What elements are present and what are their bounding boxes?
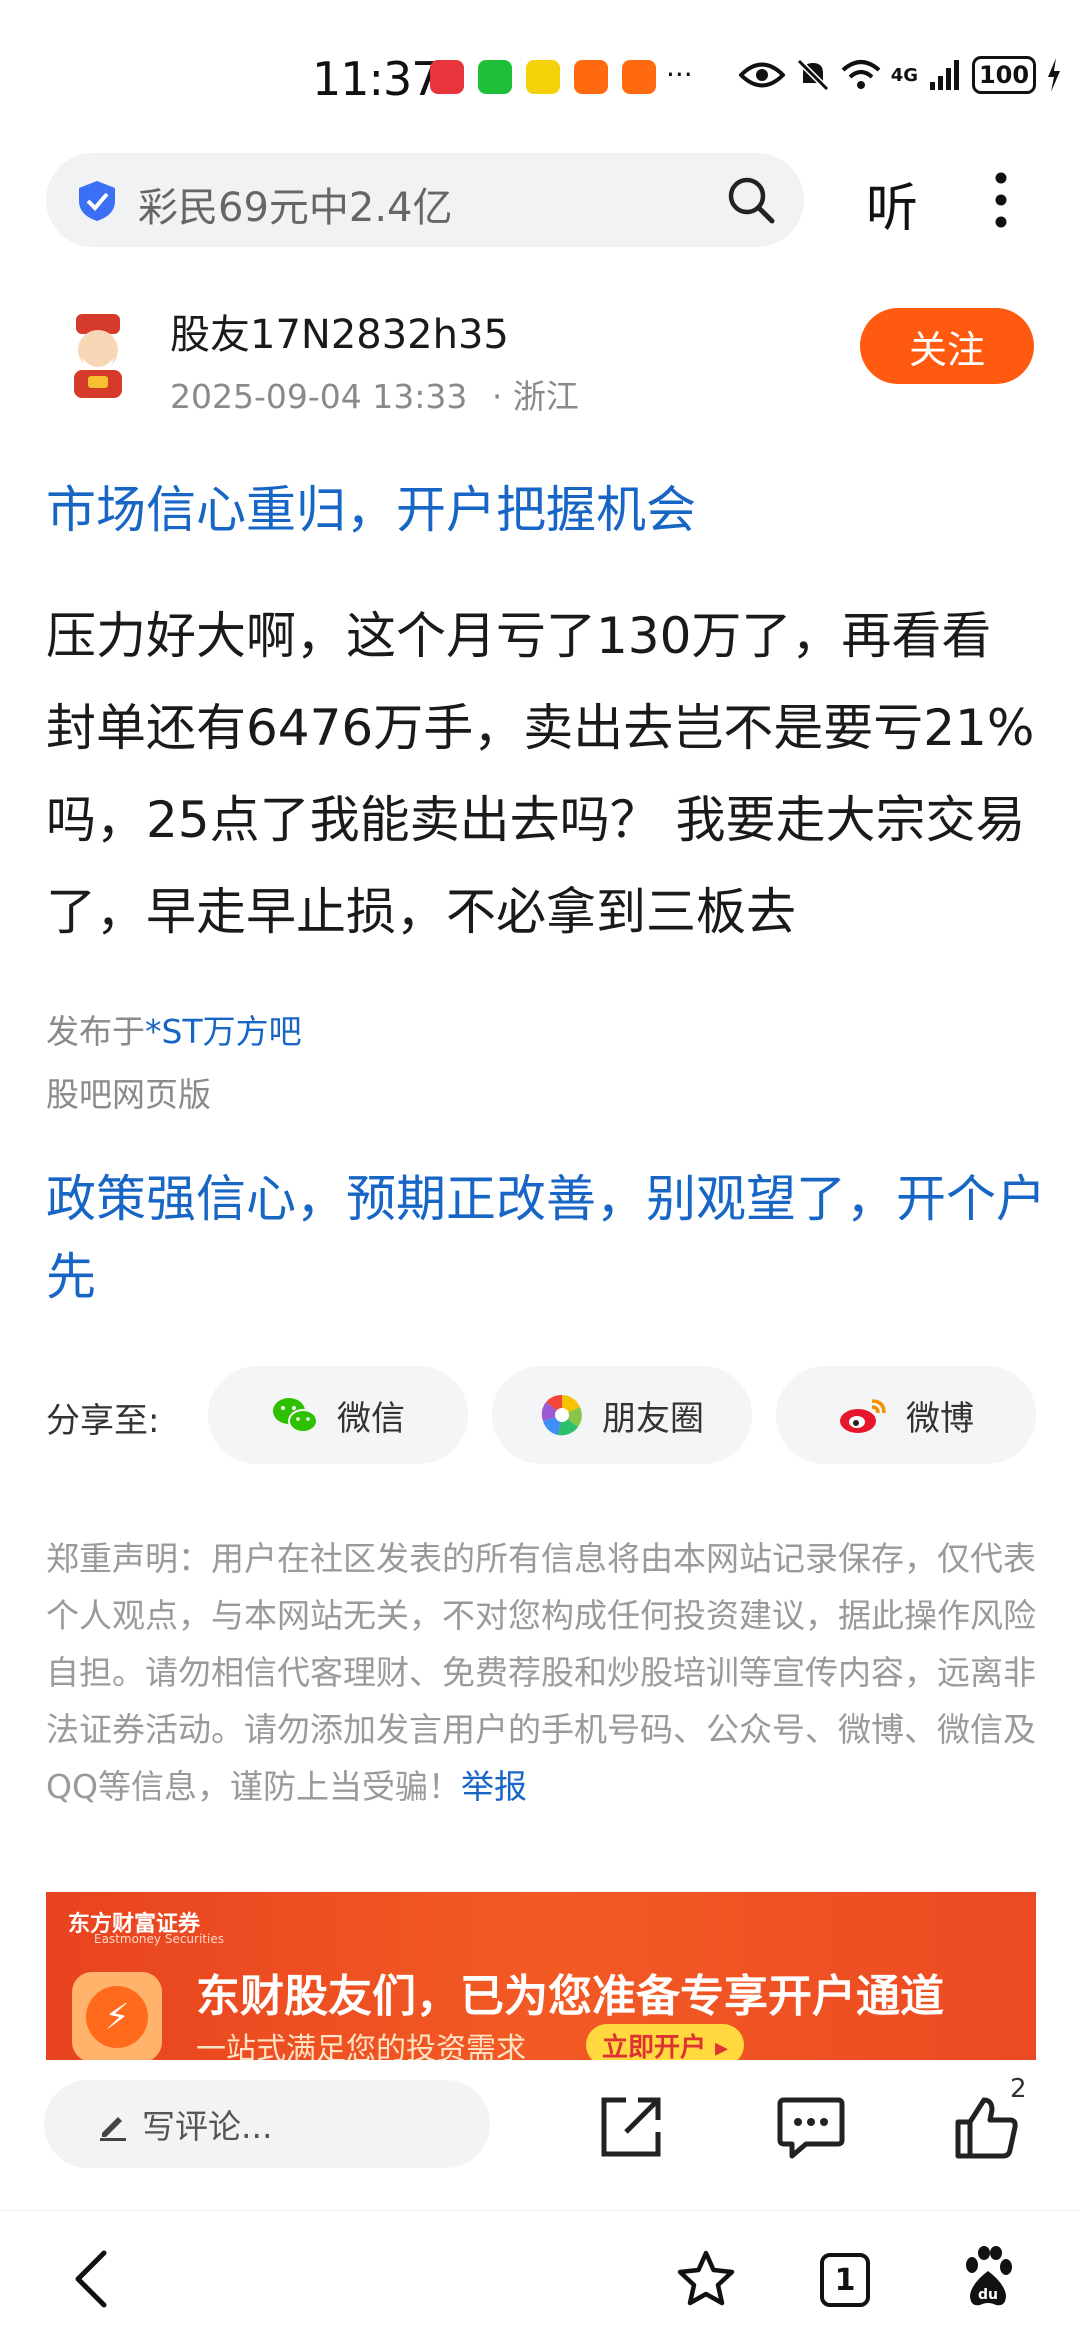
comment-input[interactable]: 写评论... (44, 2080, 490, 2168)
share-weibo-button[interactable]: 微博 (776, 1366, 1036, 1464)
like-icon[interactable] (954, 2096, 1020, 2160)
more-options-icon[interactable] (990, 170, 1012, 230)
eastmoney-app-icon: ⚡ (72, 1972, 162, 2060)
share-wechat-button[interactable]: 微信 (208, 1366, 468, 1464)
network-type-label: 4G (890, 64, 918, 86)
banner-brand-en: Eastmoney Securities (94, 1932, 224, 1946)
disclaimer-text: 郑重声明：用户在社区发表的所有信息将由本网站记录保存，仅代表个人观点，与本网站无… (46, 1539, 1036, 1806)
bottom-action-bar: 写评论... 2 (0, 2060, 1080, 2210)
tabs-count-button[interactable]: 1 (820, 2253, 870, 2307)
comment-icon[interactable] (776, 2096, 846, 2160)
share-label: 分享至: (46, 1401, 160, 1441)
avatar[interactable] (50, 306, 146, 402)
promo-link-title-2[interactable]: 政策强信心，预期正改善，别观望了，开个户先 (46, 1160, 1046, 1316)
disclaimer: 郑重声明：用户在社区发表的所有信息将由本网站记录保存，仅代表个人观点，与本网站无… (46, 1530, 1036, 1815)
wifi-icon (841, 60, 881, 89)
favorite-star-icon[interactable] (676, 2249, 736, 2309)
mute-bell-icon (796, 58, 829, 92)
report-link[interactable]: 举报 (461, 1767, 527, 1806)
moments-icon (541, 1394, 582, 1436)
listen-button[interactable]: 听 (866, 166, 918, 241)
follow-button[interactable]: 关注 (860, 308, 1034, 384)
posted-prefix: 发布于 (46, 1012, 145, 1051)
wechat-notification-icon (478, 60, 512, 94)
search-icon[interactable] (726, 175, 776, 225)
pencil-icon (100, 2117, 126, 2141)
promo-link-title[interactable]: 市场信心重归，开户把握机会 (46, 470, 696, 542)
search-query[interactable]: 彩民69元中2.4亿 (138, 175, 453, 233)
author-name[interactable]: 股友17N2832h35 (170, 302, 509, 360)
post-datetime: 2025-09-04 13:33 (170, 377, 468, 416)
share-icon[interactable] (598, 2094, 664, 2160)
svg-text:du: du (978, 2287, 998, 2303)
post-location: · 浙江 (491, 377, 579, 416)
banner-cta-button[interactable]: 立即开户 ▸ (586, 2024, 745, 2060)
share-moments-button[interactable]: 朋友圈 (492, 1366, 752, 1464)
status-bar: 11:37 ··· 4G 100 (0, 0, 1080, 150)
post-content: 压力好大啊，这个月亏了130万了，再看看封单还有6476万手，卖出去岂不是要亏2… (46, 607, 1035, 941)
caishen-avatar-icon (74, 314, 122, 398)
more-notifications-icon: ··· (666, 58, 693, 91)
board-link[interactable]: *ST万方吧 (145, 1012, 302, 1051)
share-weibo-label: 微博 (906, 1398, 974, 1439)
wechat-icon (273, 1398, 318, 1433)
back-icon[interactable] (70, 2249, 110, 2309)
huawei-appgallery-icon (430, 60, 464, 94)
taobao-notification-icon (574, 60, 608, 94)
weibo-icon (840, 1399, 886, 1433)
signal-icon (930, 60, 959, 90)
status-time: 11:37 (312, 52, 441, 106)
posted-in: 发布于*ST万方吧 (46, 1005, 302, 1053)
like-count: 2 (1010, 2074, 1027, 2104)
share-moments-label: 朋友圈 (602, 1398, 704, 1439)
banner-subtitle: 一站式满足您的投资需求 (196, 2032, 526, 2060)
comment-placeholder: 写评论... (142, 2107, 273, 2146)
banner-headline: 东财股友们，已为您准备专享开户通道 (196, 1971, 944, 2022)
search-bar[interactable]: 彩民69元中2.4亿 (46, 153, 804, 247)
share-wechat-label: 微信 (337, 1398, 405, 1439)
source-version: 股吧网页版 (46, 1075, 211, 1114)
open-account-banner[interactable]: 东方财富证券 Eastmoney Securities ⚡ 东财股友们，已为您准… (46, 1892, 1036, 2060)
shield-icon (79, 181, 115, 221)
browser-nav-bar: 1 du (0, 2210, 1080, 2341)
taobao-notification-icon (622, 60, 656, 94)
app-notification-icon (526, 60, 560, 94)
post-meta: 2025-09-04 13:33 · 浙江 (170, 370, 579, 418)
charging-icon (1048, 58, 1060, 92)
eye-icon (738, 62, 785, 88)
baidu-paw-icon[interactable]: du (960, 2245, 1016, 2309)
battery-indicator: 100 (972, 56, 1036, 94)
